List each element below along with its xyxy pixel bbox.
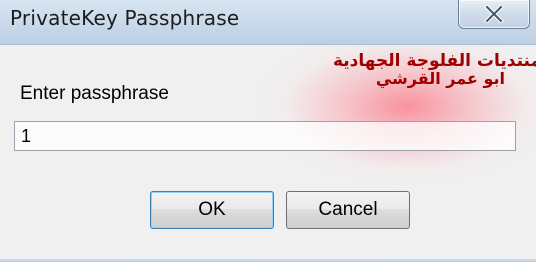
cancel-button[interactable]: Cancel (286, 191, 410, 229)
watermark-line-2: ابو عمر القرشي (375, 69, 505, 88)
dialog-body: منتديات الفلوجة الجهادية ابو عمر القرشي … (0, 45, 536, 262)
close-icon (484, 5, 504, 23)
watermark-line-1: منتديات الفلوجة الجهادية (332, 51, 536, 71)
window-title: PrivateKey Passphrase (10, 6, 240, 30)
close-button[interactable] (458, 0, 530, 29)
passphrase-input[interactable] (14, 121, 516, 151)
ok-button[interactable]: OK (150, 191, 274, 229)
title-bar[interactable]: PrivateKey Passphrase (0, 0, 536, 45)
passphrase-prompt-label: Enter passphrase (20, 83, 169, 104)
passphrase-dialog: PrivateKey Passphrase منتديات الفلوجة ال… (0, 0, 536, 262)
